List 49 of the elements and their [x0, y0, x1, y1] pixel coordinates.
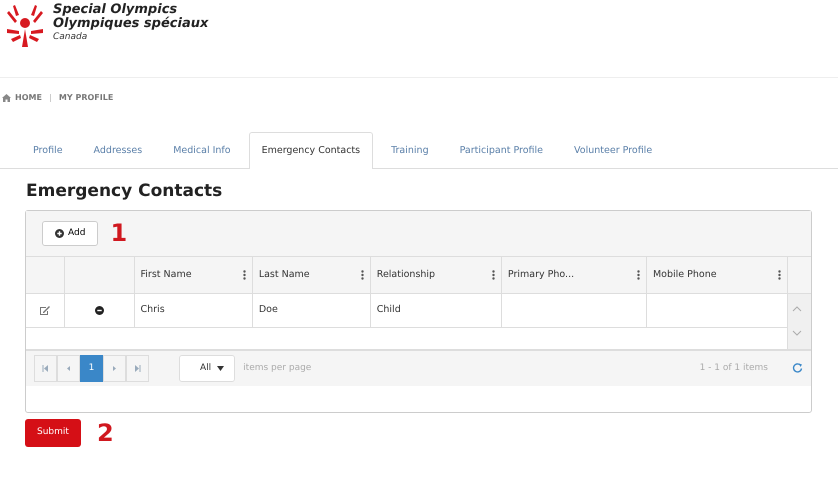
- previous-page-icon: [65, 364, 72, 372]
- home-icon[interactable]: [2, 94, 11, 102]
- tab[interactable]: Addresses: [80, 132, 156, 170]
- tab[interactable]: Volunteer Profile: [561, 132, 666, 170]
- tab[interactable]: Medical Info: [160, 132, 244, 170]
- scroll-down-icon[interactable]: [792, 330, 802, 336]
- first-page-button[interactable]: [34, 354, 57, 382]
- column-menu-icon[interactable]: [242, 270, 246, 280]
- column-header[interactable]: Last Name: [258, 268, 310, 282]
- tab[interactable]: Participant Profile: [446, 132, 556, 170]
- breadcrumb-link[interactable]: MY PROFILE: [58, 92, 114, 104]
- section-heading: Emergency Contacts: [26, 181, 224, 202]
- pager-summary: 1 - 1 of 1 items: [700, 362, 768, 375]
- column-header[interactable]: Primary Pho...: [508, 268, 574, 282]
- logo-icon: [5, 3, 45, 47]
- scroll-up-icon[interactable]: [792, 306, 802, 312]
- first-page-icon: [42, 364, 49, 372]
- edit-icon[interactable]: [40, 306, 50, 315]
- step-number: 1: [110, 221, 128, 246]
- breadcrumb-link[interactable]: HOME: [15, 92, 42, 104]
- minus-circle-icon[interactable]: [94, 306, 104, 315]
- last-page-button[interactable]: [126, 354, 149, 382]
- refresh-icon[interactable]: [792, 362, 803, 374]
- tab[interactable]: Training: [378, 132, 442, 170]
- brand-name: Olympiques spéciaux: [53, 17, 208, 31]
- table-cell: Chris: [140, 304, 165, 316]
- brand-country: Canada: [53, 31, 88, 44]
- tab[interactable]: Emergency Contacts: [248, 132, 374, 170]
- column-menu-icon[interactable]: [360, 270, 364, 280]
- column-menu-icon[interactable]: [778, 270, 780, 280]
- step-number: 2: [96, 420, 114, 445]
- submit-button[interactable]: Submit: [25, 419, 81, 447]
- caret-icon: [217, 366, 224, 371]
- last-page-icon: [134, 364, 141, 372]
- column-header[interactable]: First Name: [140, 268, 192, 282]
- column-header[interactable]: Relationship: [376, 268, 436, 282]
- brand-name: Special Olympics: [53, 3, 178, 17]
- page-button[interactable]: 1: [80, 354, 103, 382]
- tab[interactable]: Profile: [20, 132, 76, 170]
- add-button[interactable]: Add: [42, 220, 98, 246]
- column-menu-icon[interactable]: [492, 270, 495, 280]
- table-cell: Child: [376, 304, 401, 316]
- plus-circle-icon: [55, 228, 64, 238]
- next-page-icon: [111, 364, 118, 372]
- column-menu-icon[interactable]: [636, 270, 640, 280]
- column-header[interactable]: Mobile Phone: [652, 268, 717, 282]
- page-size-dropdown[interactable]: All: [179, 354, 236, 382]
- table-cell: Doe: [258, 304, 278, 316]
- page-size-label: items per page: [243, 362, 312, 375]
